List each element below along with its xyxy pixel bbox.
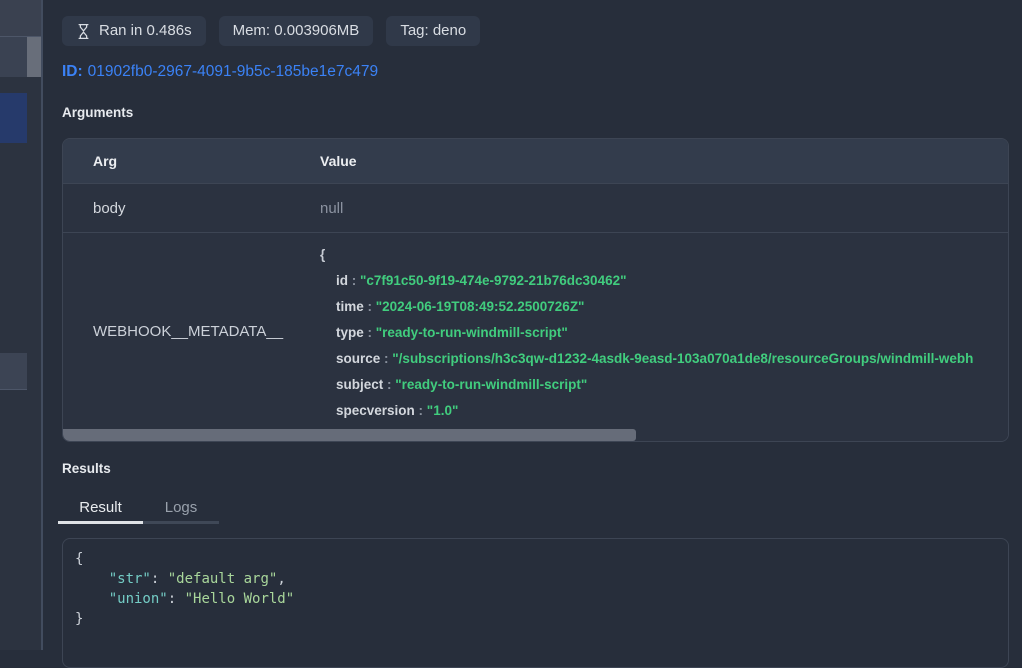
column-header-arg: Arg — [63, 139, 290, 183]
json-entry-subject: subject : "ready-to-run-windmill-script" — [320, 372, 1008, 398]
run-status-badges: Ran in 0.486s Mem: 0.003906MB Tag: deno — [62, 16, 480, 46]
webhook-metadata-json: { id : "c7f91c50-9f19-474e-9792-21b76dc3… — [290, 233, 1008, 429]
column-header-value: Value — [290, 139, 1008, 183]
rail-block-item[interactable] — [0, 353, 27, 390]
memory-badge: Mem: 0.003906MB — [219, 16, 374, 46]
arg-name-webhook-metadata: WEBHOOK__METADATA__ — [63, 233, 290, 429]
json-open-brace: { — [320, 242, 1008, 268]
table-row-webhook-metadata: WEBHOOK__METADATA__ { id : "c7f91c50-9f1… — [63, 233, 1008, 429]
json-entry-specversion: specversion : "1.0" — [320, 398, 1008, 424]
table-row-body: body null — [63, 184, 1008, 233]
duration-badge-label: Ran in 0.486s — [99, 22, 192, 40]
hourglass-icon — [76, 23, 91, 40]
arguments-table-header: Arg Value — [63, 139, 1008, 184]
rail-block-selected[interactable] — [0, 37, 27, 77]
results-tabs: Result Logs — [58, 494, 219, 524]
rail-block-active[interactable] — [0, 93, 27, 143]
tag-badge: Tag: deno — [386, 16, 480, 46]
table-horizontal-scrollbar[interactable] — [63, 429, 1008, 441]
tab-logs[interactable]: Logs — [143, 494, 219, 524]
tab-result[interactable]: Result — [58, 494, 143, 524]
job-id-label: ID: — [62, 63, 83, 80]
code-line-union: "union": "Hello World" — [75, 589, 996, 609]
results-heading: Results — [62, 461, 111, 476]
rail-block-top — [0, 0, 41, 37]
rail-scrollbar-thumb[interactable] — [27, 37, 41, 77]
arguments-heading: Arguments — [62, 105, 133, 120]
result-code-block: { "str": "default arg", "union": "Hello … — [62, 538, 1009, 668]
json-entry-id: id : "c7f91c50-9f19-474e-9792-21b76dc304… — [320, 268, 1008, 294]
job-id-line: ID: 01902fb0-2967-4091-9b5c-185be1e7c479 — [62, 63, 378, 81]
duration-badge: Ran in 0.486s — [62, 16, 206, 46]
code-close-brace: } — [75, 609, 996, 629]
code-line-str: "str": "default arg", — [75, 569, 996, 589]
left-rail — [0, 0, 41, 650]
json-entry-type: type : "ready-to-run-windmill-script" — [320, 320, 1008, 346]
arg-name-body: body — [63, 184, 290, 232]
table-horizontal-scrollbar-thumb[interactable] — [63, 429, 636, 441]
json-entry-source: source : "/subscriptions/h3c3qw-d1232-4a… — [320, 346, 1008, 372]
job-id-value[interactable]: 01902fb0-2967-4091-9b5c-185be1e7c479 — [88, 63, 378, 80]
arg-value-body: null — [290, 184, 1008, 232]
code-open-brace: { — [75, 549, 996, 569]
rail-divider — [41, 0, 43, 650]
json-entry-time: time : "2024-06-19T08:49:52.2500726Z" — [320, 294, 1008, 320]
arguments-table: Arg Value body null WEBHOOK__METADATA__ … — [62, 138, 1009, 442]
